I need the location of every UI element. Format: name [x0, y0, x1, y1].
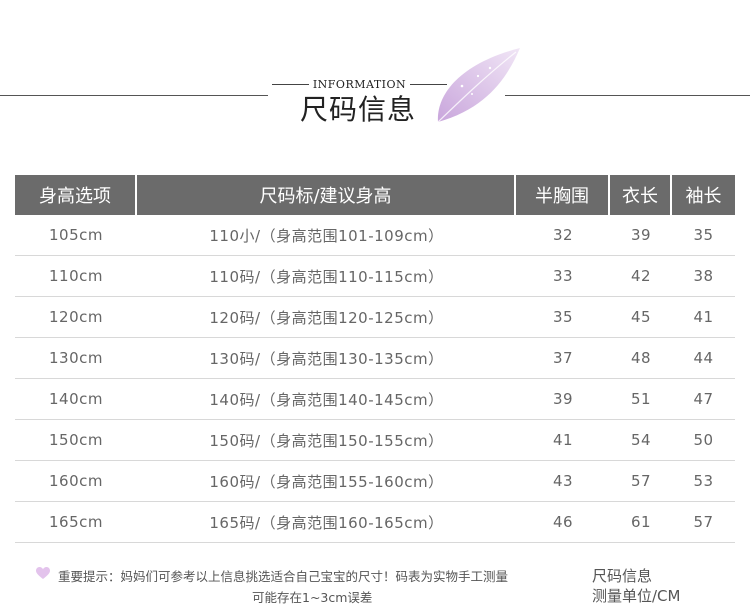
- cell-height: 105cm: [49, 226, 103, 244]
- cell-half-chest: 43: [552, 472, 574, 490]
- cell-length: 45: [630, 308, 652, 326]
- table-header-row: 身高选项 尺码标/建议身高 半胸围 衣长 袖长: [15, 175, 735, 215]
- table-row: 160cm 160码/（身高范围155-160cm） 43 57 53: [15, 461, 735, 502]
- cell-length: 42: [630, 267, 652, 285]
- cell-length: 57: [630, 472, 652, 490]
- cell-sleeve: 50: [693, 431, 714, 449]
- cell-half-chest: 46: [552, 513, 574, 531]
- section-header: INFORMATION 尺码信息: [0, 0, 750, 150]
- header-rule-left: [0, 95, 268, 96]
- cell-half-chest: 33: [552, 267, 574, 285]
- cell-height: 120cm: [49, 308, 103, 326]
- page-title: 尺码信息: [300, 93, 417, 126]
- side-note-line1: 尺码信息: [592, 567, 653, 585]
- leaf-icon: [437, 48, 520, 123]
- cell-size: 120码/（身高范围120-125cm）: [209, 308, 444, 327]
- size-table: 身高选项 尺码标/建议身高 半胸围 衣长 袖长 105cm 110小/（身高范围…: [15, 175, 735, 543]
- cell-length: 61: [630, 513, 652, 531]
- cell-sleeve: 57: [693, 513, 714, 531]
- cell-length: 51: [630, 390, 652, 408]
- table-row: 140cm 140码/（身高范围140-145cm） 39 51 47: [15, 379, 735, 420]
- cell-half-chest: 39: [552, 390, 574, 408]
- cell-height: 165cm: [49, 513, 103, 531]
- cell-sleeve: 41: [693, 308, 714, 326]
- cell-length: 48: [630, 349, 652, 367]
- cell-sleeve: 44: [693, 349, 714, 367]
- cell-length: 39: [630, 226, 652, 244]
- side-note-line2: 测量单位/CM: [592, 587, 681, 605]
- heart-icon: [36, 567, 50, 579]
- cell-size: 150码/（身高范围150-155cm）: [209, 431, 444, 450]
- cell-size: 130码/（身高范围130-135cm）: [209, 349, 444, 368]
- cell-length: 54: [630, 431, 652, 449]
- table-row: 165cm 165码/（身高范围160-165cm） 46 61 57: [15, 502, 735, 543]
- header-length: 衣长: [610, 175, 672, 215]
- header-sleeve: 袖长: [672, 175, 735, 215]
- cell-height: 150cm: [49, 431, 103, 449]
- cell-size: 165码/（身高范围160-165cm）: [209, 513, 444, 532]
- cell-size: 110码/（身高范围110-115cm）: [209, 267, 444, 286]
- cell-size: 110小/（身高范围101-109cm）: [209, 226, 444, 245]
- eyebrow-dash-left: [272, 84, 309, 85]
- table-row: 110cm 110码/（身高范围110-115cm） 33 42 38: [15, 256, 735, 297]
- tip-text-line1: 重要提示：妈妈们可参考以上信息挑选适合自己宝宝的尺寸！码表为实物手工测量: [58, 569, 509, 584]
- header-size-label: 尺码标/建议身高: [137, 175, 516, 215]
- cell-half-chest: 32: [552, 226, 574, 244]
- cell-half-chest: 41: [552, 431, 574, 449]
- table-row: 120cm 120码/（身高范围120-125cm） 35 45 41: [15, 297, 735, 338]
- cell-height: 140cm: [49, 390, 103, 408]
- header-half-chest: 半胸围: [516, 175, 610, 215]
- header-rule-right: [505, 95, 750, 96]
- cell-height: 130cm: [49, 349, 103, 367]
- cell-half-chest: 35: [552, 308, 574, 326]
- table-row: 105cm 110小/（身高范围101-109cm） 32 39 35: [15, 215, 735, 256]
- cell-half-chest: 37: [552, 349, 574, 367]
- cell-sleeve: 47: [693, 390, 714, 408]
- cell-size: 160码/（身高范围155-160cm）: [209, 472, 444, 491]
- header-height-option: 身高选项: [15, 175, 137, 215]
- tip-text-line2: 可能存在1~3cm误差: [252, 590, 373, 605]
- cell-height: 160cm: [49, 472, 103, 490]
- cell-sleeve: 38: [693, 267, 714, 285]
- cell-height: 110cm: [49, 267, 103, 285]
- cell-size: 140码/（身高范围140-145cm）: [209, 390, 444, 409]
- table-row: 130cm 130码/（身高范围130-135cm） 37 48 44: [15, 338, 735, 379]
- table-row: 150cm 150码/（身高范围150-155cm） 41 54 50: [15, 420, 735, 461]
- cell-sleeve: 53: [693, 472, 714, 490]
- cell-sleeve: 35: [693, 226, 714, 244]
